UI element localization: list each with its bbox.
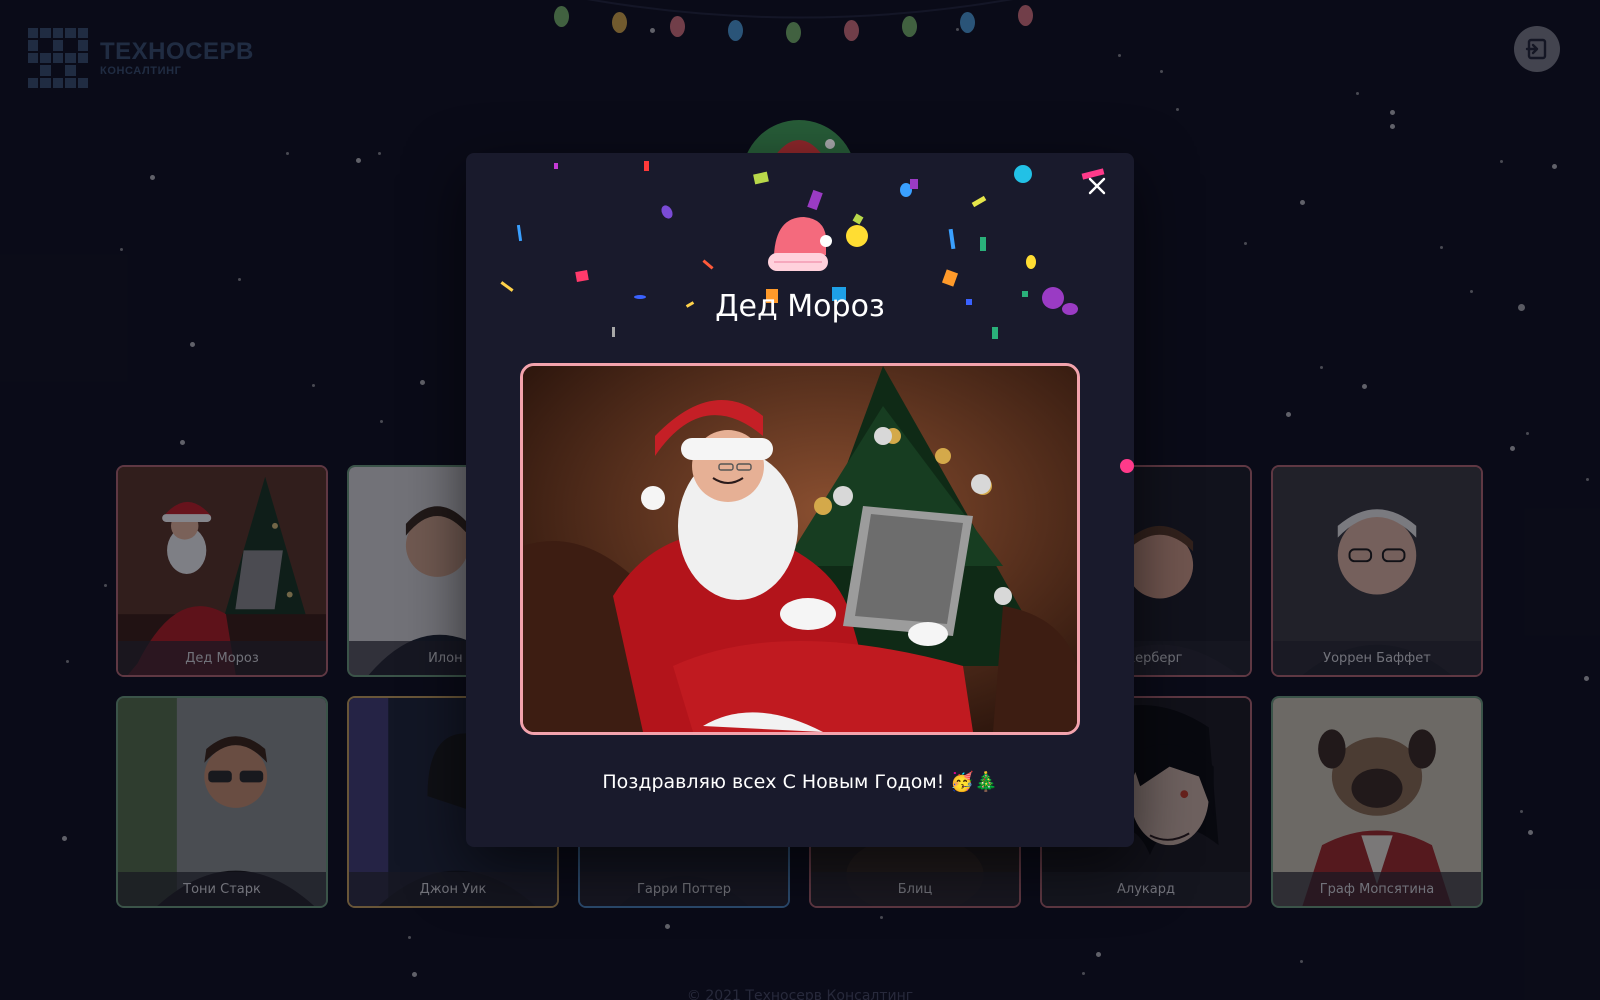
page: ТЕХНОСЕРВ КОНСАЛТИНГ Дед Мороз Илон М Цу… [0, 0, 1600, 1000]
close-button[interactable] [1082, 171, 1112, 201]
santa-hat-icon [768, 217, 832, 271]
close-icon [1088, 177, 1106, 195]
modal-title: Дед Мороз [715, 289, 885, 324]
profile-photo-frame [520, 363, 1080, 735]
greeting-message: Поздравляю всех С Новым Годом! 🥳🎄 [602, 771, 998, 793]
santa-photo [523, 366, 1077, 732]
profile-modal: Дед Мороз Поздравляю всех С Новым Годом!… [466, 153, 1134, 847]
